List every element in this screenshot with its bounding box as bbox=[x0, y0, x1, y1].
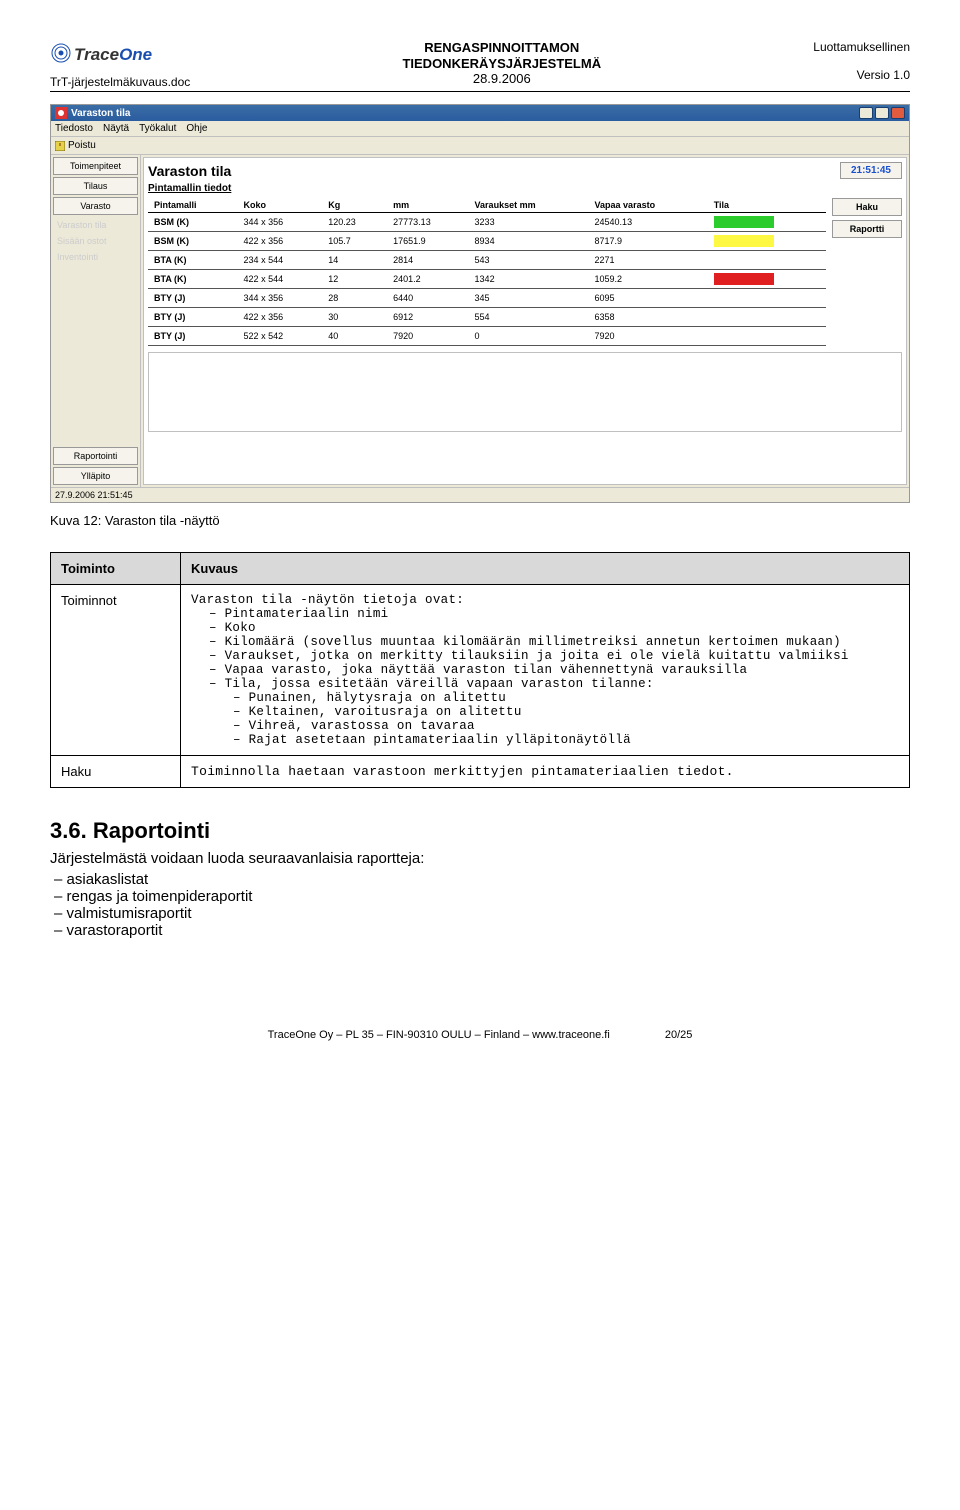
doc-title-line2: TIEDONKERÄYSJÄRJESTELMÄ bbox=[402, 56, 601, 72]
clock: 21:51:45 bbox=[840, 162, 902, 179]
list-item: rengas ja toimenpideraportit bbox=[54, 888, 910, 905]
doc-filename: TrT-järjestelmäkuvaus.doc bbox=[50, 75, 190, 89]
page-header: TraceOne TrT-järjestelmäkuvaus.doc RENGA… bbox=[50, 40, 910, 92]
app-icon bbox=[55, 107, 67, 119]
desc-row-content: Toiminnolla haetaan varastoon merkittyje… bbox=[181, 756, 910, 788]
sidebar-item[interactable]: Inventointi bbox=[51, 249, 140, 265]
list-item: Vihreä, varastossa on tavaraa bbox=[233, 719, 899, 733]
figure-caption: Kuva 12: Varaston tila -näyttö bbox=[50, 513, 910, 528]
menubar: Tiedosto Näytä Työkalut Ohje bbox=[51, 121, 909, 137]
col-header: Tila bbox=[708, 198, 826, 213]
list-item: Kilomäärä (sovellus muuntaa kilomäärän m… bbox=[209, 635, 899, 649]
sidebar-group[interactable]: Raportointi bbox=[53, 447, 138, 465]
menu-item[interactable]: Näytä bbox=[103, 123, 129, 134]
doc-confidential: Luottamuksellinen bbox=[813, 40, 910, 54]
section-intro: Järjestelmästä voidaan luoda seuraavanla… bbox=[50, 850, 910, 867]
inventory-table: PintamalliKokoKgmmVaraukset mmVapaa vara… bbox=[148, 198, 826, 346]
statusbar: 27.9.2006 21:51:45 bbox=[51, 487, 909, 502]
table-row[interactable]: BTY (J)344 x 3562864403456095 bbox=[148, 289, 826, 308]
desc-row-content: Varaston tila -näytön tietoja ovat: Pint… bbox=[181, 585, 910, 756]
list-item: Rajat asetetaan pintamateriaalin ylläpit… bbox=[233, 733, 899, 747]
table-row[interactable]: BTA (K)422 x 544122401.213421059.2 bbox=[148, 270, 826, 289]
list-item: valmistumisraportit bbox=[54, 905, 910, 922]
svg-text:TraceOne: TraceOne bbox=[74, 45, 152, 64]
doc-date: 28.9.2006 bbox=[402, 71, 601, 87]
col-header: Pintamalli bbox=[148, 198, 238, 213]
page-footer: TraceOne Oy – PL 35 – FIN-90310 OULU – F… bbox=[50, 1029, 910, 1041]
table-row[interactable]: BTY (J)522 x 54240792007920 bbox=[148, 327, 826, 346]
section-number: 3.6. bbox=[50, 818, 87, 843]
search-button[interactable]: Haku bbox=[832, 198, 902, 216]
desc-row-label: Toiminnot bbox=[51, 585, 181, 756]
app-window: Varaston tila Tiedosto Näytä Työkalut Oh… bbox=[50, 104, 910, 503]
logo: TraceOne bbox=[50, 40, 190, 69]
menu-item[interactable]: Ohje bbox=[186, 123, 207, 134]
status-indicator bbox=[714, 292, 774, 304]
col-header: mm bbox=[387, 198, 468, 213]
exit-button[interactable]: Poistu bbox=[55, 140, 96, 151]
sidebar-group[interactable]: Tilaus bbox=[53, 177, 138, 195]
panel-subtitle: Pintamallin tiedot bbox=[148, 183, 902, 194]
doc-title-line1: RENGASPINNOITTAMON bbox=[402, 40, 601, 56]
menu-item[interactable]: Tiedosto bbox=[55, 123, 93, 134]
panel-title: Varaston tila bbox=[148, 163, 231, 179]
page-number: 20/25 bbox=[665, 1029, 693, 1041]
sidebar-group[interactable]: Toimenpiteet bbox=[53, 157, 138, 175]
list-item: Vapaa varasto, joka näyttää varaston til… bbox=[209, 663, 899, 677]
window-titlebar: Varaston tila bbox=[51, 105, 909, 121]
exit-icon bbox=[55, 141, 65, 151]
list-item: Tila, jossa esitetään väreillä vapaan va… bbox=[209, 677, 899, 747]
sidebar-item[interactable]: Sisään ostot bbox=[51, 233, 140, 249]
sidebar-group[interactable]: Varasto bbox=[53, 197, 138, 215]
desc-head: Toiminto bbox=[51, 553, 181, 585]
window-title: Varaston tila bbox=[71, 108, 130, 119]
list-item: Punainen, hälytysraja on alitettu bbox=[233, 691, 899, 705]
table-row[interactable]: BTA (K)234 x 5441428145432271 bbox=[148, 251, 826, 270]
col-header: Koko bbox=[238, 198, 323, 213]
toolbar: Poistu bbox=[51, 137, 909, 155]
table-row[interactable]: BSM (K)344 x 356120.2327773.13323324540.… bbox=[148, 213, 826, 232]
table-row[interactable]: BSM (K)422 x 356105.717651.989348717.9 bbox=[148, 232, 826, 251]
desc-head: Kuvaus bbox=[181, 553, 910, 585]
status-indicator bbox=[714, 311, 774, 323]
desc-row-label: Haku bbox=[51, 756, 181, 788]
list-item: varastoraportit bbox=[54, 922, 910, 939]
section-title: Raportointi bbox=[93, 818, 210, 843]
maximize-icon[interactable] bbox=[875, 107, 889, 119]
minimize-icon[interactable] bbox=[859, 107, 873, 119]
section-3-6: 3.6. Raportointi Järjestelmästä voidaan … bbox=[50, 818, 910, 939]
status-indicator bbox=[714, 235, 774, 247]
blank-panel bbox=[148, 352, 902, 432]
status-indicator bbox=[714, 273, 774, 285]
list-item: Pintamateriaalin nimi bbox=[209, 607, 899, 621]
doc-version: Versio 1.0 bbox=[813, 68, 910, 82]
col-header: Kg bbox=[322, 198, 387, 213]
sidebar-group[interactable]: Ylläpito bbox=[53, 467, 138, 485]
col-header: Varaukset mm bbox=[469, 198, 589, 213]
status-indicator bbox=[714, 254, 774, 266]
report-button[interactable]: Raportti bbox=[832, 220, 902, 238]
list-item: Keltainen, varoitusraja on alitettu bbox=[233, 705, 899, 719]
list-item: Varaukset, jotka on merkitty tilauksiin … bbox=[209, 649, 899, 663]
menu-item[interactable]: Työkalut bbox=[139, 123, 176, 134]
list-item: Koko bbox=[209, 621, 899, 635]
list-item: asiakaslistat bbox=[54, 871, 910, 888]
main-panel: Varaston tila 21:51:45 Pintamallin tiedo… bbox=[143, 157, 907, 485]
status-indicator bbox=[714, 330, 774, 342]
status-indicator bbox=[714, 216, 774, 228]
sidebar-item[interactable]: Varaston tila bbox=[51, 217, 140, 233]
sidebar: Toimenpiteet Tilaus Varasto Varaston til… bbox=[51, 155, 141, 487]
table-row[interactable]: BTY (J)422 x 3563069125546358 bbox=[148, 308, 826, 327]
col-header: Vapaa varasto bbox=[589, 198, 708, 213]
close-icon[interactable] bbox=[891, 107, 905, 119]
traceone-logo-icon: TraceOne bbox=[50, 40, 170, 66]
description-table: Toiminto Kuvaus Toiminnot Varaston tila … bbox=[50, 552, 910, 788]
